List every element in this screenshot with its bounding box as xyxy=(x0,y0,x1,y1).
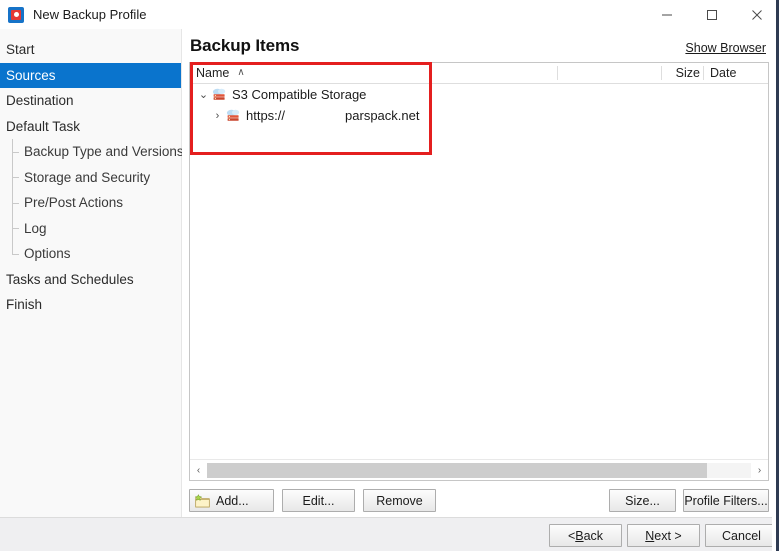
sidebar-item-destination[interactable]: Destination xyxy=(0,88,181,114)
sidebar-item-start[interactable]: Start xyxy=(0,37,181,63)
cloud-storage-icon xyxy=(225,108,242,123)
size-button-label: Size... xyxy=(625,493,660,508)
sidebar-item-storage-and-security[interactable]: Storage and Security xyxy=(0,164,181,191)
row-label: S3 Compatible Storage xyxy=(232,87,367,102)
sidebar-item-label: Tasks and Schedules xyxy=(6,271,134,287)
column-header-size[interactable]: Size xyxy=(662,63,704,84)
next-button-suffix: ext > xyxy=(654,528,682,543)
sidebar: Start Sources Destination Default Task B… xyxy=(0,29,184,517)
edit-button[interactable]: Edit... xyxy=(282,489,355,512)
row-label-secondary: parspack.net xyxy=(345,108,420,123)
chevron-right-icon[interactable]: › xyxy=(210,110,225,122)
scroll-left-icon[interactable]: ‹ xyxy=(190,461,207,480)
maximize-icon[interactable] xyxy=(689,0,734,29)
remove-button[interactable]: Remove xyxy=(363,489,436,512)
remove-button-label: Remove xyxy=(376,493,423,508)
sidebar-item-label: Options xyxy=(24,246,71,262)
new-backup-profile-window: New Backup Profile Start Sources Destina… xyxy=(0,0,779,551)
sidebar-item-options[interactable]: Options xyxy=(0,241,181,267)
cloud-storage-icon xyxy=(211,87,228,102)
table-row[interactable]: ⌄ S3 Compatible Storage xyxy=(190,84,768,105)
add-button-label: Add... xyxy=(216,493,249,508)
size-button[interactable]: Size... xyxy=(609,489,676,512)
sidebar-item-label: Sources xyxy=(6,67,56,83)
sidebar-item-label: Finish xyxy=(6,297,43,313)
column-header-name[interactable]: Name ∧ xyxy=(190,63,558,84)
sidebar-item-label: Destination xyxy=(6,93,74,109)
scroll-right-icon[interactable]: › xyxy=(751,461,768,480)
column-header-blank[interactable] xyxy=(558,63,662,84)
page-title: Backup Items xyxy=(190,36,300,55)
column-header-label: Size xyxy=(675,66,700,80)
sidebar-item-tasks-and-schedules[interactable]: Tasks and Schedules xyxy=(0,267,181,293)
show-browser-link[interactable]: Show Browser xyxy=(685,41,766,55)
sort-ascending-icon: ∧ xyxy=(237,67,245,78)
listview-header: Name ∧ Size Date xyxy=(190,63,768,84)
sidebar-item-log[interactable]: Log xyxy=(0,215,181,242)
scrollbar-track[interactable] xyxy=(207,462,751,478)
profile-filters-button[interactable]: Profile Filters... xyxy=(683,489,769,512)
table-row[interactable]: › https:// parspack.net xyxy=(190,105,768,126)
horizontal-scrollbar[interactable]: ‹ › xyxy=(190,459,768,480)
minimize-icon[interactable] xyxy=(644,0,689,29)
sidebar-item-label: Pre/Post Actions xyxy=(24,195,124,211)
column-header-date[interactable]: Date xyxy=(704,63,764,84)
window-title: New Backup Profile xyxy=(33,7,147,22)
back-button-prefix: < xyxy=(567,528,576,543)
sidebar-item-label: Log xyxy=(24,220,47,236)
sidebar-item-pre-post-actions[interactable]: Pre/Post Actions xyxy=(0,190,181,216)
sidebar-item-sources[interactable]: Sources xyxy=(0,62,181,88)
scrollbar-thumb[interactable] xyxy=(207,462,708,478)
next-button-accel: N xyxy=(645,528,655,543)
back-button-suffix: ack xyxy=(583,528,604,543)
sidebar-item-label: Storage and Security xyxy=(24,169,151,185)
main-panel: Backup Items Show Browser Name ∧ Size Da… xyxy=(182,29,779,517)
cancel-button[interactable]: Cancel xyxy=(705,524,778,547)
back-button[interactable]: < Back xyxy=(549,524,622,547)
title-bar: New Backup Profile xyxy=(0,0,779,29)
next-button[interactable]: Next > xyxy=(627,524,700,547)
add-folder-icon xyxy=(195,494,210,508)
backup-app-icon xyxy=(8,6,24,23)
listview-body: ⌄ S3 Compatible Storage › https:// parsp… xyxy=(190,84,768,458)
backup-items-listview[interactable]: Name ∧ Size Date ⌄ S3 Compatible Storage… xyxy=(189,62,769,481)
row-label: https:// xyxy=(246,108,286,123)
window-controls xyxy=(644,0,779,29)
sidebar-item-label: Default Task xyxy=(6,118,81,134)
profile-filters-button-label: Profile Filters... xyxy=(684,493,768,508)
sidebar-item-default-task[interactable]: Default Task xyxy=(0,114,181,140)
wizard-footer: < Back Next > Cancel xyxy=(0,517,779,551)
sidebar-item-label: Start xyxy=(6,42,35,58)
panel-header: Backup Items Show Browser xyxy=(190,36,769,64)
back-button-accel: B xyxy=(575,528,584,543)
item-actions-toolbar: Add... Edit... Remove Size... Profile Fi… xyxy=(189,489,769,513)
add-button[interactable]: Add... xyxy=(189,489,274,512)
cancel-button-label: Cancel xyxy=(722,528,761,543)
chevron-down-icon[interactable]: ⌄ xyxy=(196,88,211,101)
sidebar-item-backup-type-and-versions[interactable]: Backup Type and Versions xyxy=(0,139,184,165)
column-header-label: Date xyxy=(710,66,737,80)
edit-button-label: Edit... xyxy=(302,493,335,508)
sidebar-item-finish[interactable]: Finish xyxy=(0,292,181,318)
sidebar-item-label: Backup Type and Versions xyxy=(24,144,184,160)
column-header-label: Name xyxy=(196,66,230,80)
